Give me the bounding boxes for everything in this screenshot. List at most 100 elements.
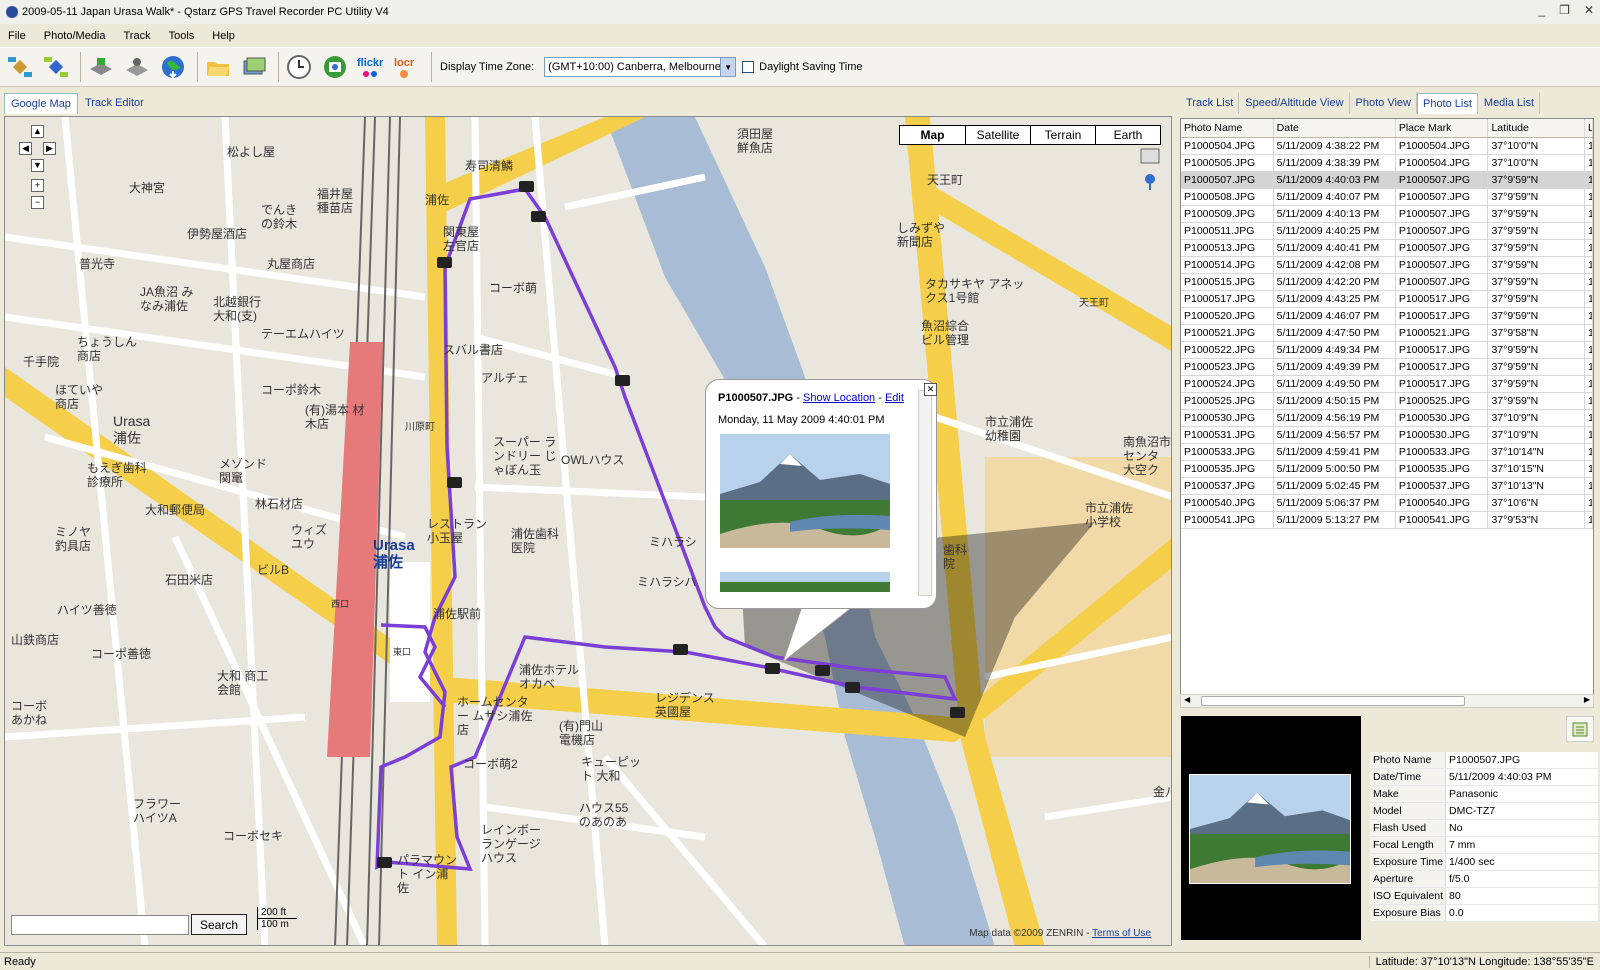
scroll-left-icon[interactable]: ◀ [1184,695,1190,704]
preview-image[interactable] [1189,774,1351,884]
device-settings-button[interactable] [121,51,153,83]
table-row[interactable]: P1000509.JPG 5/11/2009 4:40:13 PM P1000507… [1181,206,1593,223]
tab-speed-altitude[interactable]: Speed/Altitude View [1239,92,1350,114]
table-row[interactable]: P1000514.JPG 5/11/2009 4:42:08 PM P1000507… [1181,257,1593,274]
pan-down-icon[interactable]: ▼ [31,159,44,172]
dst-checkbox[interactable] [742,61,755,73]
map-view[interactable]: 松よし屋 大神宮 伊勢屋酒店 普光寺 JA魚沼 みなみ浦佐 北越銀行 大和(支)… [4,116,1172,946]
table-row[interactable]: P1000530.JPG 5/11/2009 4:56:19 PM P1000530… [1181,410,1593,427]
flickr-button[interactable]: flickr [355,51,387,83]
table-row[interactable]: P1000521.JPG 5/11/2009 4:47:50 PM P1000521… [1181,325,1593,342]
column-header[interactable]: Date [1274,119,1396,137]
table-row[interactable]: P1000508.JPG 5/11/2009 4:40:07 PM P1000507… [1181,189,1593,206]
table-cell: P1000507.JPG [1396,206,1489,222]
locr-button[interactable]: locr [391,51,423,83]
table-row[interactable]: P1000504.JPG 5/11/2009 4:38:22 PM P1000504… [1181,138,1593,155]
horizontal-scrollbar[interactable]: ◀ ▶ [1180,694,1594,708]
map-type-terrain[interactable]: Terrain [1030,126,1095,144]
map-search-input[interactable] [11,915,189,935]
table-row[interactable]: P1000525.JPG 5/11/2009 4:50:15 PM P1000525… [1181,393,1593,410]
menu-help[interactable]: Help [210,29,237,43]
show-location-link[interactable]: Show Location [803,392,875,404]
table-row[interactable]: P1000533.JPG 5/11/2009 4:59:41 PM P1000533… [1181,444,1593,461]
property-value: Panasonic [1446,786,1598,802]
table-row[interactable]: P1000511.JPG 5/11/2009 4:40:25 PM P1000507… [1181,223,1593,240]
close-icon[interactable]: ✕ [924,383,937,396]
close-icon[interactable]: ✕ [1584,3,1594,17]
pan-up-icon[interactable]: ▲ [31,125,44,138]
edit-link[interactable]: Edit [885,392,904,404]
table-row[interactable]: P1000531.JPG 5/11/2009 4:56:57 PM P1000530… [1181,427,1593,444]
column-header[interactable]: Place Mark [1396,119,1489,137]
table-cell: P1000504.JPG [1181,138,1274,154]
geotag-button[interactable] [319,51,351,83]
property-key: Model [1370,803,1446,819]
map-label: レストラン 小玉屋 [427,517,488,545]
column-header[interactable]: Latitude [1488,119,1586,137]
map-type-satellite[interactable]: Satellite [965,126,1030,144]
table-row[interactable]: P1000515.JPG 5/11/2009 4:42:20 PM P1000507… [1181,274,1593,291]
scroll-right-icon[interactable]: ▶ [1584,695,1590,704]
popup-scrollbar[interactable] [918,390,932,596]
tab-track-editor[interactable]: Track Editor [78,92,151,114]
table-row[interactable]: P1000540.JPG 5/11/2009 5:06:37 PM P1000540… [1181,495,1593,512]
restore-icon[interactable]: ❐ [1559,3,1570,17]
menu-tools[interactable]: Tools [167,29,197,43]
table-cell: P1000537.JPG [1181,478,1274,494]
table-row[interactable]: P1000507.JPG 5/11/2009 4:40:03 PM P1000507… [1181,172,1593,189]
map-label: 市立浦佐 幼稚園 [985,415,1034,443]
map-type-map[interactable]: Map [900,126,965,144]
google-earth-button[interactable] [157,51,189,83]
column-header[interactable]: Photo Name [1181,119,1274,137]
table-row[interactable]: P1000520.JPG 5/11/2009 4:46:07 PM P1000517… [1181,308,1593,325]
map-label: ミノヤ 釣具店 [55,525,92,553]
pan-right-icon[interactable]: ▶ [43,142,56,155]
table-cell: 37°9'59"N [1488,308,1586,324]
toolbar-separator [278,52,279,82]
table-row[interactable]: P1000535.JPG 5/11/2009 5:00:50 PM P1000535… [1181,461,1593,478]
popup-photo-2[interactable] [720,572,890,592]
table-row[interactable]: P1000505.JPG 5/11/2009 4:38:39 PM P1000504… [1181,155,1593,172]
table-cell: 1 [1585,512,1593,528]
column-header[interactable]: L [1585,119,1593,137]
open-folder-button[interactable] [202,51,234,83]
add-photos-button[interactable] [238,51,270,83]
table-row[interactable]: P1000524.JPG 5/11/2009 4:49:50 PM P1000517… [1181,376,1593,393]
map-type-earth[interactable]: Earth [1095,126,1160,144]
zoom-in-icon[interactable]: + [31,179,44,192]
tab-track-list[interactable]: Track List [1180,92,1240,114]
tab-photo-list[interactable]: Photo List [1416,93,1478,114]
pan-left-icon[interactable]: ◀ [19,142,32,155]
tab-google-map[interactable]: Google Map [4,93,78,114]
table-row[interactable]: P1000537.JPG 5/11/2009 5:02:45 PM P1000537… [1181,478,1593,495]
table-row[interactable]: P1000513.JPG 5/11/2009 4:40:41 PM P1000507… [1181,240,1593,257]
export-track-button[interactable] [40,51,72,83]
zoom-out-icon[interactable]: − [31,196,44,209]
export-button[interactable] [1566,716,1594,742]
menu-file[interactable]: File [6,29,28,43]
table-row[interactable]: P1000541.JPG 5/11/2009 5:13:27 PM P1000541… [1181,512,1593,529]
table-row[interactable]: P1000522.JPG 5/11/2009 4:49:34 PM P1000517… [1181,342,1593,359]
terms-of-use-link[interactable]: Terms of Use [1092,928,1151,939]
map-label: 石田米店 [165,573,214,587]
scrollbar-thumb[interactable] [1201,696,1465,706]
timezone-select[interactable]: (GMT+10:00) Canberra, Melbourne, S ▼ [544,57,737,77]
chevron-down-icon[interactable]: ▼ [720,58,736,76]
map-search-button[interactable]: Search [191,914,247,935]
attribution-text: Map data ©2009 ZENRIN - [969,928,1090,939]
tab-photo-view[interactable]: Photo View [1350,92,1417,114]
app-icon [6,6,18,18]
time-sync-button[interactable] [283,51,315,83]
table-cell: P1000504.JPG [1396,155,1489,171]
import-track-button[interactable] [4,51,36,83]
popup-photo[interactable] [720,434,890,548]
table-cell: 5/11/2009 4:38:39 PM [1274,155,1396,171]
street-view-icon[interactable] [1139,147,1161,191]
menu-photo-media[interactable]: Photo/Media [42,29,108,43]
table-row[interactable]: P1000517.JPG 5/11/2009 4:43:25 PM P1000517… [1181,291,1593,308]
tab-media-list[interactable]: Media List [1478,92,1541,114]
menu-track[interactable]: Track [122,29,153,43]
table-row[interactable]: P1000523.JPG 5/11/2009 4:49:39 PM P1000517… [1181,359,1593,376]
minimize-icon[interactable]: _ [1538,3,1545,17]
download-device-button[interactable] [85,51,117,83]
